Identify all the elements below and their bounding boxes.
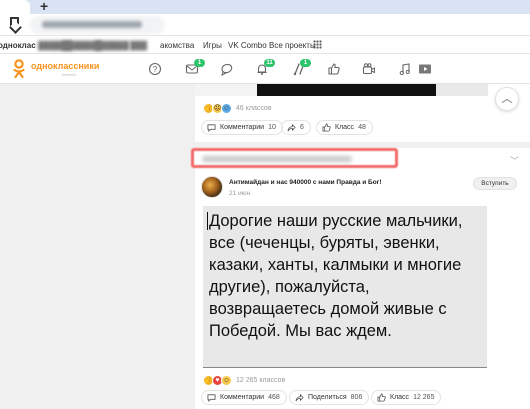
site-name[interactable]: одноклассники <box>31 61 99 71</box>
bookmark-item-blurred[interactable]: ██████ <box>95 41 129 50</box>
share-icon <box>295 393 304 402</box>
post1-share-button[interactable]: 6 <box>281 120 311 135</box>
post2-share-button[interactable]: Поделиться 806 <box>289 390 370 405</box>
discussions-icon[interactable] <box>220 62 236 78</box>
group-avatar[interactable] <box>201 176 223 198</box>
tab-strip: + <box>0 0 530 14</box>
bookmark-item[interactable]: одноклас <box>0 41 36 50</box>
feed-column: ︿ 👍 ☹ ☺ 46 классов Комментарии 10 6 Клас… <box>191 84 530 409</box>
post1-reactions-count[interactable]: 46 классов <box>236 105 272 112</box>
comment-icon <box>207 124 216 132</box>
site-header: одноклассники ▪▪▪▪▪▪▪▪▪▪ ? 1 11 1 <box>0 54 530 84</box>
active-tab[interactable] <box>0 0 30 14</box>
address-bar <box>0 14 530 36</box>
music-icon[interactable] <box>398 62 414 78</box>
chevron-down-icon[interactable]: ﹀ <box>510 154 519 167</box>
divider <box>203 367 487 368</box>
guests-badge: 1 <box>300 59 311 67</box>
thumb-up-icon <box>322 123 331 132</box>
post1-comments-button[interactable]: Комментарии 10 <box>201 120 283 135</box>
join-group-button[interactable]: Вступить <box>473 177 517 190</box>
url-field[interactable] <box>30 16 165 34</box>
post-text: Дорогие наши русские мальчики, все (чече… <box>209 212 463 340</box>
scroll-up-button[interactable]: ︿ <box>495 87 519 111</box>
video-icon[interactable] <box>362 62 378 78</box>
bookmarks-bar: одноклас ██████ ███████ ██████ ███ акомс… <box>0 36 530 54</box>
redacted-source-header <box>191 148 398 168</box>
new-tab-button[interactable]: + <box>40 0 48 14</box>
notifications-icon[interactable]: 11 <box>255 59 275 78</box>
bookmark-icon[interactable] <box>10 17 19 28</box>
help-icon[interactable]: ? <box>148 62 164 78</box>
group-name[interactable]: Антимайдан и нас 940000 с нами Правда и … <box>229 179 382 186</box>
media-icon[interactable] <box>418 62 434 78</box>
ok-logo-icon[interactable] <box>12 59 26 79</box>
post2-like-button[interactable]: Класс 12 265 <box>371 390 442 405</box>
text-cursor <box>207 212 208 230</box>
bookmark-item[interactable]: Все проекты <box>269 41 316 50</box>
messages-badge: 1 <box>194 59 205 67</box>
share-icon <box>287 123 296 132</box>
post1-like-button[interactable]: Класс 48 <box>316 120 373 135</box>
comment-icon <box>207 394 216 402</box>
post1-reactions[interactable]: 👍 ☹ ☺ 46 классов <box>203 101 272 115</box>
likes-icon[interactable] <box>327 62 343 78</box>
svg-text:?: ? <box>153 65 158 74</box>
love-reaction-icon: ☺ <box>221 374 232 386</box>
video-preview-bottom[interactable] <box>195 84 488 96</box>
bookmark-item-blurred[interactable]: ███ <box>130 41 147 50</box>
chevron-up-icon: ︿ <box>501 93 513 105</box>
post2-comments-button[interactable]: Комментарии 468 <box>201 390 287 405</box>
bookmark-item[interactable]: акомства <box>160 41 194 50</box>
messages-icon[interactable]: 1 <box>185 59 205 78</box>
cry-reaction-icon: ☺ <box>221 102 232 114</box>
guests-icon[interactable]: 1 <box>291 59 311 78</box>
thumb-up-icon <box>377 393 386 402</box>
post2-reactions[interactable]: 👍 ♥ ☺ 12 265 классов <box>203 373 285 387</box>
site-subtitle: ▪▪▪▪▪▪▪▪▪▪ <box>62 72 77 77</box>
post-date: 21 июн <box>229 190 251 197</box>
bookmark-item[interactable]: Игры <box>203 41 222 50</box>
post-text-card[interactable]: Дорогие наши русские мальчики, все (чече… <box>203 206 487 368</box>
post2-reactions-count[interactable]: 12 265 классов <box>236 377 285 384</box>
bookmark-item[interactable]: VK Combo <box>228 41 267 50</box>
apps-grid-icon[interactable] <box>313 40 322 49</box>
notifications-badge: 11 <box>264 59 275 67</box>
